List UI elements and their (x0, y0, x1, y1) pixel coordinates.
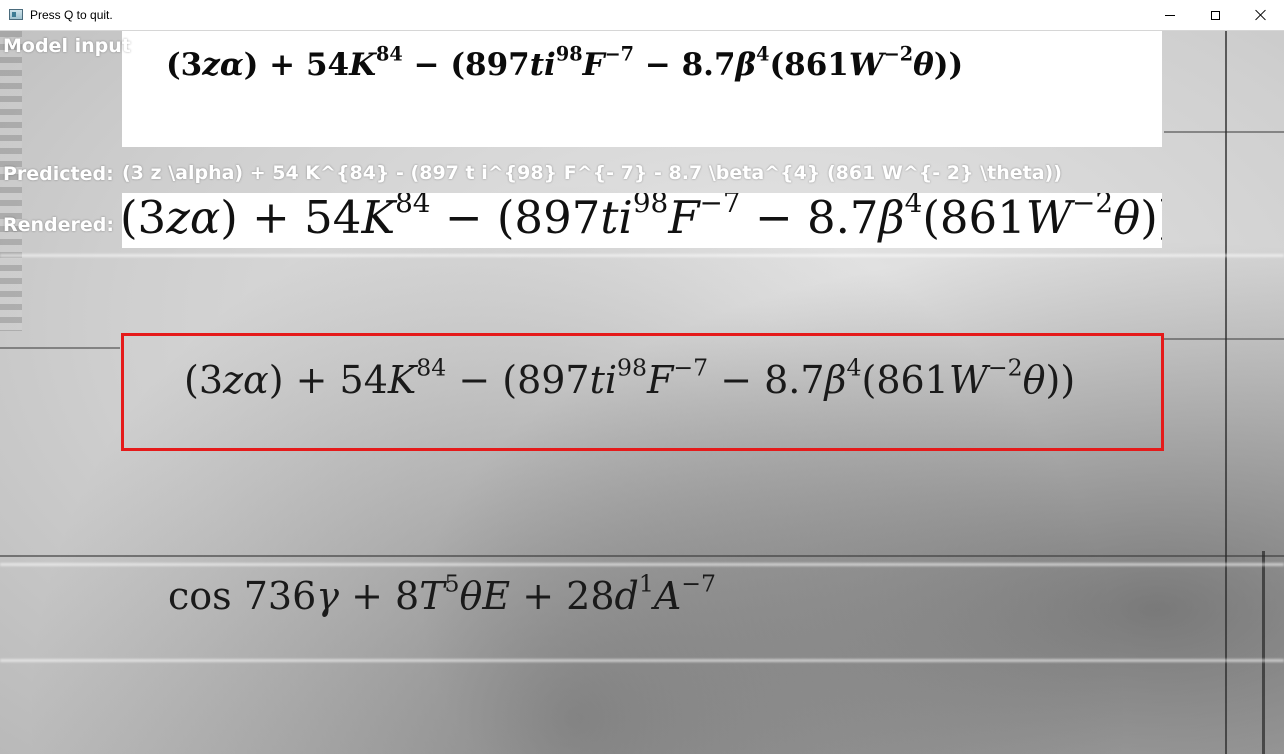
minimize-button[interactable] (1147, 0, 1193, 30)
maximize-button[interactable] (1192, 0, 1238, 30)
window-titlebar: Press Q to quit. (0, 0, 1284, 31)
other-expression: cos 736γ + 8T5θE + 28d1A−7 (168, 569, 716, 618)
paper-fold (0, 254, 1284, 257)
camera-frame: (3zα) + 54K84 − (897ti98F−7 − 8.7β4(861W… (0, 31, 1284, 754)
maximize-icon (1210, 10, 1220, 20)
model-input-preview: (3zα) + 54K84 − (897ti98F−7 − 8.7β4(861W… (122, 31, 1162, 147)
paper-margin-line (1225, 31, 1227, 754)
detected-expression: (3zα) + 54K84 − (897ti98F−7 − 8.7β4(861W… (184, 353, 1076, 402)
rendered-label: Rendered: (3, 214, 114, 236)
paper-edge-line (1262, 551, 1265, 754)
app-icon (9, 9, 23, 20)
close-button[interactable] (1238, 0, 1284, 30)
rendered-expression: (3zα) + 54K84 − (897ti98F−7 − 8.7β4(861W… (122, 193, 1162, 244)
close-icon (1255, 9, 1267, 21)
paper-fold (0, 659, 1284, 662)
predicted-latex: (3 z \alpha) + 54 K^{84} - (897 t i^{98}… (122, 162, 1062, 184)
paper-rule-line (1164, 338, 1284, 340)
detection-box: (3zα) + 54K84 − (897ti98F−7 − 8.7β4(861W… (121, 333, 1164, 451)
window-title: Press Q to quit. (30, 8, 113, 22)
paper-rule-line (1164, 131, 1284, 133)
model-input-expression: (3zα) + 54K84 − (897ti98F−7 − 8.7β4(861W… (166, 42, 964, 83)
minimize-icon (1165, 14, 1175, 16)
rendered-preview: (3zα) + 54K84 − (897ti98F−7 − 8.7β4(861W… (122, 193, 1162, 248)
paper-rule-line (0, 555, 1284, 557)
predicted-label: Predicted: (3, 163, 114, 185)
paper-fold (0, 563, 1284, 566)
model-input-label: Model input (3, 35, 131, 57)
paper-rule-line (0, 347, 120, 349)
